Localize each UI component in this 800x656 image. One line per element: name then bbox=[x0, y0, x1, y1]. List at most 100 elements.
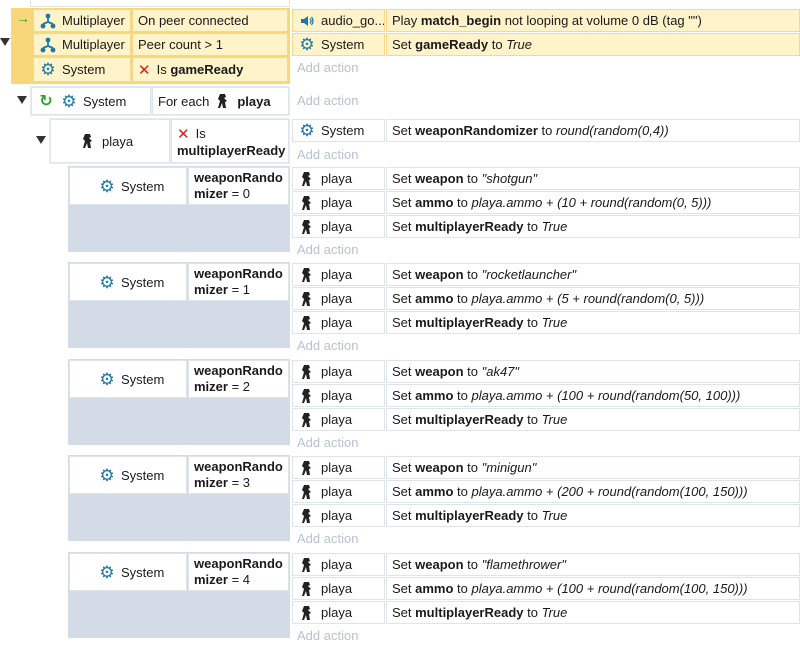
case-condition-text[interactable]: weaponRando mizer = 3 bbox=[188, 456, 289, 494]
multiplayer-icon bbox=[39, 12, 57, 30]
add-action-link[interactable]: Add action bbox=[297, 147, 358, 162]
case-condition-object[interactable]: ⚙ System bbox=[69, 360, 187, 398]
loop-condition-object[interactable]: ↻ ⚙ System bbox=[31, 87, 151, 115]
action-text[interactable]: Set weaponRandomizer to round(random(0,4… bbox=[386, 119, 800, 142]
action-text-value: round(random(0,4)) bbox=[556, 123, 669, 138]
action-object[interactable]: playa bbox=[292, 287, 385, 310]
case-variable-line1: weaponRando bbox=[194, 459, 283, 474]
condition-text[interactable]: On peer connected bbox=[132, 9, 288, 32]
action-object-name: System bbox=[321, 37, 365, 52]
playa-sprite-icon bbox=[298, 604, 316, 622]
action-variable: ammo bbox=[415, 581, 454, 596]
sub-condition-object[interactable]: playa bbox=[50, 119, 170, 163]
loop-icon: ↻ bbox=[39, 93, 53, 110]
action-set-ready[interactable]: Set multiplayerReady to True bbox=[386, 311, 800, 334]
case-condition-object[interactable]: ⚙ System bbox=[69, 263, 187, 301]
action-value: True bbox=[541, 605, 568, 620]
condition-prefix: Is bbox=[156, 62, 167, 77]
action-object[interactable]: playa bbox=[292, 215, 385, 238]
action-to-word: to bbox=[453, 291, 472, 306]
loop-label: For each bbox=[158, 93, 210, 109]
action-set-ready[interactable]: Set multiplayerReady to True bbox=[386, 215, 800, 238]
condition-object[interactable]: Multiplayer bbox=[33, 9, 131, 32]
event-weapon-case[interactable]: ⚙ System weaponRando mizer = 4 playa Set… bbox=[0, 552, 800, 643]
action-object[interactable]: audio_go... bbox=[292, 9, 385, 32]
action-to-word: to bbox=[463, 171, 482, 186]
action-object[interactable]: ⚙ System bbox=[292, 119, 385, 142]
action-set-weapon[interactable]: Set weapon to "ak47" bbox=[386, 360, 800, 383]
action-object[interactable]: playa bbox=[292, 384, 385, 407]
case-condition-text[interactable]: weaponRando mizer = 1 bbox=[188, 263, 289, 301]
case-condition-object[interactable]: ⚙ System bbox=[69, 456, 187, 494]
action-object[interactable]: playa bbox=[292, 504, 385, 527]
condition-object[interactable]: Multiplayer bbox=[33, 33, 131, 56]
action-set-ready[interactable]: Set multiplayerReady to True bbox=[386, 504, 800, 527]
event-weapon-case[interactable]: ⚙ System weaponRando mizer = 2 playa Set… bbox=[0, 359, 800, 450]
action-set-ready[interactable]: Set multiplayerReady to True bbox=[386, 408, 800, 431]
action-object[interactable]: ⚙ System bbox=[292, 33, 385, 56]
action-to-word: to bbox=[523, 412, 542, 427]
add-action-link[interactable]: Add action bbox=[297, 60, 358, 75]
condition-object[interactable]: ⚙ System bbox=[33, 57, 131, 82]
case-condition-text[interactable]: weaponRando mizer = 0 bbox=[188, 167, 289, 205]
collapse-toggle-sub[interactable] bbox=[36, 136, 46, 144]
case-condition-text[interactable]: weaponRando mizer = 4 bbox=[188, 553, 289, 591]
loop-condition-text[interactable]: For each playa bbox=[152, 87, 289, 115]
collapse-toggle-event1[interactable] bbox=[0, 38, 10, 46]
gear-icon: ⚙ bbox=[99, 272, 115, 292]
event-weapon-case[interactable]: ⚙ System weaponRando mizer = 3 playa Set… bbox=[0, 455, 800, 546]
playa-sprite-icon bbox=[214, 92, 232, 110]
action-object[interactable]: playa bbox=[292, 311, 385, 334]
multiplayer-icon bbox=[39, 36, 57, 54]
action-object[interactable]: playa bbox=[292, 167, 385, 190]
action-object[interactable]: playa bbox=[292, 553, 385, 576]
action-set-ammo[interactable]: Set ammo to playa.ammo + (5 + round(rand… bbox=[386, 287, 800, 310]
action-object[interactable]: playa bbox=[292, 456, 385, 479]
action-text[interactable]: Play match_begin not looping at volume 0… bbox=[386, 9, 800, 32]
action-set-weapon[interactable]: Set weapon to "rocketlauncher" bbox=[386, 263, 800, 286]
action-set-ready[interactable]: Set multiplayerReady to True bbox=[386, 601, 800, 624]
action-object[interactable]: playa bbox=[292, 577, 385, 600]
action-object[interactable]: playa bbox=[292, 408, 385, 431]
condition-text[interactable]: ✕ Is gameReady bbox=[132, 57, 288, 82]
event-weapon-case[interactable]: ⚙ System weaponRando mizer = 0 playa Set… bbox=[0, 166, 800, 257]
action-text[interactable]: Set gameReady to True bbox=[386, 33, 800, 56]
action-set-ammo[interactable]: Set ammo to playa.ammo + (10 + round(ran… bbox=[386, 191, 800, 214]
action-set-weapon[interactable]: Set weapon to "shotgun" bbox=[386, 167, 800, 190]
add-action-link[interactable]: Add action bbox=[297, 628, 358, 643]
add-action-link[interactable]: Add action bbox=[297, 531, 358, 546]
sub-condition-line1: ✕ Is bbox=[177, 125, 206, 143]
gear-icon: ⚙ bbox=[99, 176, 115, 196]
add-action-link[interactable]: Add action bbox=[297, 338, 358, 353]
add-action-link[interactable]: Add action bbox=[297, 435, 358, 450]
action-variable: weapon bbox=[415, 171, 464, 186]
action-set-weapon[interactable]: Set weapon to "minigun" bbox=[386, 456, 800, 479]
case-condition-object[interactable]: ⚙ System bbox=[69, 553, 187, 591]
action-object[interactable]: playa bbox=[292, 263, 385, 286]
action-object[interactable]: playa bbox=[292, 601, 385, 624]
action-object[interactable]: playa bbox=[292, 360, 385, 383]
case-variable-line2: mizer = 3 bbox=[194, 475, 251, 490]
add-action-link[interactable]: Add action bbox=[297, 242, 358, 257]
action-object-name: playa bbox=[321, 195, 353, 210]
condition-text[interactable]: Peer count > 1 bbox=[132, 33, 288, 56]
action-object[interactable]: playa bbox=[292, 480, 385, 503]
action-object-name: playa bbox=[321, 267, 353, 282]
case-object-name: System bbox=[121, 178, 165, 194]
case-condition-text[interactable]: weaponRando mizer = 2 bbox=[188, 360, 289, 398]
action-object-name: playa bbox=[321, 508, 353, 523]
sub-condition-text[interactable]: ✕ Is multiplayerReady bbox=[171, 119, 289, 163]
collapse-toggle-loop[interactable] bbox=[17, 96, 27, 104]
case-condition-object[interactable]: ⚙ System bbox=[69, 167, 187, 205]
action-set-ammo[interactable]: Set ammo to playa.ammo + (100 + round(ra… bbox=[386, 577, 800, 600]
action-text-pre: Set bbox=[392, 123, 416, 138]
action-set-ammo[interactable]: Set ammo to playa.ammo + (100 + round(ra… bbox=[386, 384, 800, 407]
event-weapon-case[interactable]: ⚙ System weaponRando mizer = 1 playa Set… bbox=[0, 262, 800, 353]
playa-sprite-icon bbox=[298, 580, 316, 598]
playa-sprite-icon bbox=[298, 218, 316, 236]
action-set-ammo[interactable]: Set ammo to playa.ammo + (200 + round(ra… bbox=[386, 480, 800, 503]
action-object[interactable]: playa bbox=[292, 191, 385, 214]
action-variable: multiplayerReady bbox=[415, 315, 524, 330]
add-action-link[interactable]: Add action bbox=[297, 93, 358, 108]
action-set-weapon[interactable]: Set weapon to "flamethrower" bbox=[386, 553, 800, 576]
